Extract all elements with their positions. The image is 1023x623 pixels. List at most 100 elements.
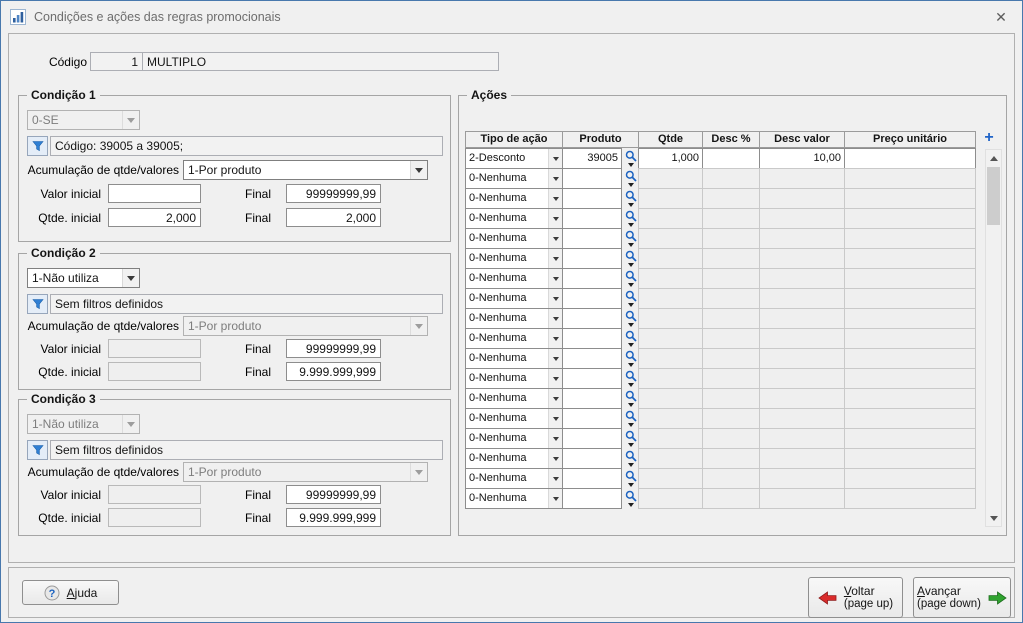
acao-produto-cell <box>562 308 639 329</box>
product-search-button[interactable] <box>622 168 639 189</box>
row-dropdown-icon <box>628 403 634 407</box>
acao-desc-pct-cell[interactable] <box>702 148 760 169</box>
scrollbar-thumb[interactable] <box>987 167 1000 225</box>
acao-tipo-select[interactable]: 0-Nenhuma <box>465 428 563 449</box>
scroll-up-icon[interactable] <box>986 150 1001 166</box>
acao-tipo-select[interactable]: 0-Nenhuma <box>465 168 563 189</box>
vertical-scrollbar[interactable] <box>985 149 1002 527</box>
qtde-final-field[interactable]: 9.999.999,999 <box>286 362 381 381</box>
acao-row: 0-Nenhuma <box>465 408 981 429</box>
valor-final-field[interactable]: 99999999,99 <box>286 339 381 358</box>
product-search-button[interactable] <box>622 368 639 389</box>
acao-produto-input[interactable] <box>562 168 622 189</box>
row-dropdown-icon <box>628 363 634 367</box>
acumulacao-select[interactable]: 1-Por produto <box>183 160 428 180</box>
acao-tipo-select[interactable]: 0-Nenhuma <box>465 368 563 389</box>
acao-tipo-select[interactable]: 2-Desconto <box>465 148 563 169</box>
acao-tipo-select[interactable]: 0-Nenhuma <box>465 248 563 269</box>
acao-produto-input[interactable] <box>562 328 622 349</box>
acao-produto-input[interactable] <box>562 288 622 309</box>
acao-produto-input[interactable] <box>562 488 622 509</box>
descricao-field[interactable]: MULTIPLO <box>142 52 499 71</box>
condition-type-select[interactable]: 1-Não utiliza <box>27 268 140 288</box>
acao-preco-unitario-cell[interactable] <box>844 148 976 169</box>
acao-produto-input[interactable]: 39005 <box>562 148 622 169</box>
acao-tipo-select[interactable]: 0-Nenhuma <box>465 208 563 229</box>
condicao-3-group: Condição 3 1-Não utiliza Sem filtros def… <box>18 399 451 536</box>
product-search-button[interactable] <box>622 188 639 209</box>
acao-tipo-select[interactable]: 0-Nenhuma <box>465 228 563 249</box>
help-icon: ? <box>44 585 60 601</box>
filter-button[interactable] <box>27 136 48 156</box>
codigo-field[interactable]: 1 <box>90 52 143 71</box>
product-search-button[interactable] <box>622 208 639 229</box>
acao-qtde-cell[interactable]: 1,000 <box>638 148 703 169</box>
valor-final-field[interactable]: 99999999,99 <box>286 184 381 203</box>
filter-button[interactable] <box>27 294 48 314</box>
acao-produto-input[interactable] <box>562 408 622 429</box>
acao-produto-input[interactable] <box>562 468 622 489</box>
acao-tipo-select[interactable]: 0-Nenhuma <box>465 268 563 289</box>
filter-summary-field[interactable]: Código: 39005 a 39005; <box>50 136 443 156</box>
acumulacao-label: Acumulação de qtde/valores <box>19 319 179 333</box>
next-button[interactable]: Avançar (page down) <box>913 577 1011 618</box>
acao-tipo-select[interactable]: 0-Nenhuma <box>465 288 563 309</box>
valor-inicial-field[interactable] <box>108 184 201 203</box>
product-search-button[interactable] <box>622 388 639 409</box>
back-button[interactable]: Voltar (page up) <box>808 577 903 618</box>
acao-tipo-select[interactable]: 0-Nenhuma <box>465 188 563 209</box>
product-search-button[interactable] <box>622 428 639 449</box>
filter-button[interactable] <box>27 440 48 460</box>
acao-desc-pct-cell <box>702 248 760 269</box>
row-dropdown-icon <box>628 223 634 227</box>
product-search-button[interactable] <box>622 288 639 309</box>
acao-tipo-select[interactable]: 0-Nenhuma <box>465 468 563 489</box>
add-action-button[interactable]: + <box>980 130 998 147</box>
acao-tipo-select[interactable]: 0-Nenhuma <box>465 488 563 509</box>
acao-desc-valor-cell[interactable]: 10,00 <box>759 148 845 169</box>
scroll-down-icon[interactable] <box>986 510 1001 526</box>
product-search-button[interactable] <box>622 408 639 429</box>
product-search-button[interactable] <box>622 328 639 349</box>
acao-produto-input[interactable] <box>562 248 622 269</box>
acao-produto-input[interactable] <box>562 388 622 409</box>
acao-tipo-select[interactable]: 0-Nenhuma <box>465 408 563 429</box>
acao-tipo-select[interactable]: 0-Nenhuma <box>465 448 563 469</box>
product-search-button[interactable] <box>622 228 639 249</box>
chevron-down-icon <box>548 189 562 208</box>
acao-produto-input[interactable] <box>562 208 622 229</box>
row-dropdown-icon <box>628 463 634 467</box>
acao-produto-input[interactable] <box>562 228 622 249</box>
acao-qtde-cell <box>638 188 703 209</box>
acao-tipo-select[interactable]: 0-Nenhuma <box>465 388 563 409</box>
product-search-button[interactable] <box>622 248 639 269</box>
codigo-label: Código <box>13 55 87 69</box>
product-search-button[interactable] <box>622 308 639 329</box>
filter-summary-field[interactable]: Sem filtros definidos <box>50 440 443 460</box>
qtde-final-field[interactable]: 9.999.999,999 <box>286 508 381 527</box>
product-search-button[interactable] <box>622 448 639 469</box>
product-search-button[interactable] <box>622 148 639 169</box>
acao-produto-input[interactable] <box>562 348 622 369</box>
product-search-button[interactable] <box>622 268 639 289</box>
product-search-button[interactable] <box>622 348 639 369</box>
valor-final-field[interactable]: 99999999,99 <box>286 485 381 504</box>
chevron-down-icon <box>548 409 562 428</box>
acao-tipo-select[interactable]: 0-Nenhuma <box>465 348 563 369</box>
acao-produto-input[interactable] <box>562 188 622 209</box>
product-search-button[interactable] <box>622 468 639 489</box>
qtde-final-field[interactable]: 2,000 <box>286 208 381 227</box>
acao-produto-input[interactable] <box>562 448 622 469</box>
acao-produto-input[interactable] <box>562 308 622 329</box>
acao-produto-input[interactable] <box>562 368 622 389</box>
product-search-button[interactable] <box>622 488 639 509</box>
acao-produto-input[interactable] <box>562 428 622 449</box>
acao-produto-input[interactable] <box>562 268 622 289</box>
acao-tipo-select[interactable]: 0-Nenhuma <box>465 328 563 349</box>
filter-summary-field[interactable]: Sem filtros definidos <box>50 294 443 314</box>
chevron-down-icon <box>548 289 562 308</box>
help-button[interactable]: ? Ajuda <box>22 580 119 605</box>
close-icon[interactable]: ✕ <box>989 6 1013 28</box>
acao-tipo-select[interactable]: 0-Nenhuma <box>465 308 563 329</box>
qtde-inicial-field[interactable]: 2,000 <box>108 208 201 227</box>
